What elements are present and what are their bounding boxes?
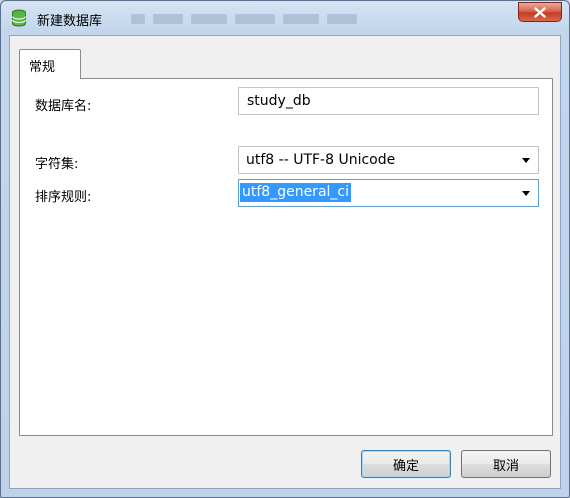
charset-select[interactable]: utf8 -- UTF-8 Unicode	[238, 146, 539, 174]
general-panel: 数据库名: 字符集: utf8 -- UTF-8 Unicode 排序规则: u…	[19, 78, 553, 436]
cancel-button[interactable]: 取消	[461, 450, 551, 478]
close-icon	[534, 7, 546, 18]
chevron-down-icon	[522, 191, 530, 196]
background-toolbar	[131, 11, 481, 27]
window-title: 新建数据库	[37, 14, 103, 29]
database-icon	[11, 9, 27, 27]
chevron-down-icon	[522, 158, 530, 163]
db-name-label: 数据库名:	[35, 99, 92, 114]
charset-value: utf8 -- UTF-8 Unicode	[246, 152, 396, 168]
collation-value: utf8_general_ci	[240, 183, 351, 202]
collation-label: 排序规则:	[35, 190, 92, 205]
dialog-window: 新建数据库 常规 数据库名: 字符集: utf8 -- UTF-8 Unicod…	[0, 0, 570, 498]
close-button[interactable]	[518, 2, 562, 22]
collation-select[interactable]: utf8_general_ci	[238, 179, 539, 207]
charset-label: 字符集:	[35, 157, 79, 172]
tab-general[interactable]: 常规	[19, 49, 81, 79]
db-name-input[interactable]	[238, 87, 539, 115]
tab-general-label: 常规	[29, 60, 56, 75]
dialog-client-area: 常规 数据库名: 字符集: utf8 -- UTF-8 Unicode 排序规则…	[9, 35, 561, 489]
ok-button[interactable]: 确定	[361, 450, 451, 478]
title-bar[interactable]: 新建数据库	[1, 1, 569, 35]
